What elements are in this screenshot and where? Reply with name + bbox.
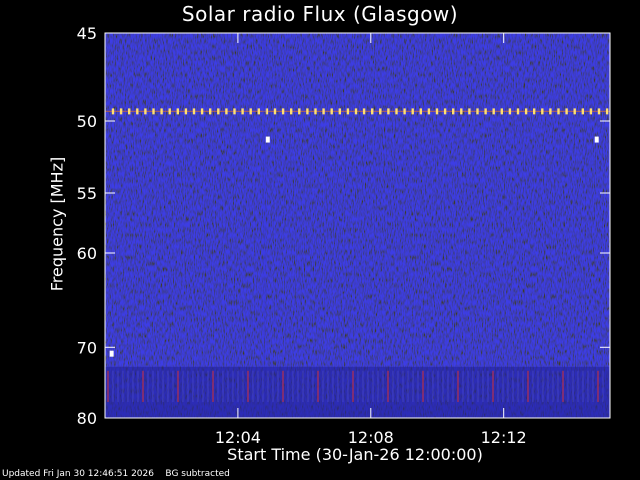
interference-dot <box>111 108 115 115</box>
interference-dot <box>541 108 544 115</box>
bright-spot <box>265 136 270 143</box>
interference-dot <box>176 108 179 115</box>
interference-dot <box>184 108 188 115</box>
interference-dot <box>128 108 131 115</box>
interference-dot <box>330 108 333 115</box>
y-tick-label-60: 60 <box>77 244 97 263</box>
interference-dot <box>605 108 609 115</box>
interference-dot <box>589 108 593 115</box>
interference-dot <box>346 108 350 115</box>
interference-dot <box>322 108 325 115</box>
y-tick-label-70: 70 <box>77 338 97 357</box>
interference-dot <box>549 108 552 115</box>
interference-dot <box>314 108 317 115</box>
spectrogram-chart: 455055607080 12:04 12:08 12:12 <box>77 24 611 447</box>
interference-dot <box>508 108 512 115</box>
y-axis-label: Frequency [MHz] <box>47 156 67 292</box>
interference-dot <box>362 108 366 115</box>
interference-dot <box>144 108 147 115</box>
interference-dot <box>354 108 358 115</box>
interference-dot <box>119 108 123 115</box>
interference-dot <box>565 108 568 115</box>
interference-dot <box>257 108 260 115</box>
interference-dot <box>468 108 471 115</box>
interference-dot <box>419 108 422 115</box>
interference-dot <box>273 108 277 115</box>
y-tick-label-55: 55 <box>77 184 97 203</box>
y-tick-label-80: 80 <box>77 409 97 428</box>
interference-dot <box>403 108 406 115</box>
interference-dot <box>249 108 252 115</box>
interference-dot <box>306 108 309 115</box>
interference-dot <box>411 108 414 115</box>
interference-dot <box>217 108 220 115</box>
interference-dot <box>281 108 285 115</box>
interference-dot <box>460 108 463 115</box>
interference-dot <box>168 108 171 115</box>
interference-dot <box>152 108 155 115</box>
interference-dot <box>290 108 293 115</box>
interference-dot <box>192 108 196 115</box>
interference-dot <box>533 108 536 115</box>
interference-dot <box>476 108 479 115</box>
interference-dot <box>209 108 212 115</box>
x-axis-label: Start Time (30-Jan-26 12:00:00) <box>227 445 483 464</box>
interference-dot <box>443 108 447 115</box>
y-tick-label-50: 50 <box>77 112 97 131</box>
rfi-band <box>105 366 610 418</box>
interference-dot <box>484 108 487 115</box>
interference-dot <box>379 108 382 115</box>
spectrogram-background <box>105 33 610 418</box>
update-status: Updated Fri Jan 30 12:46:51 2026 BG subt… <box>2 469 230 479</box>
interference-dot <box>492 108 495 115</box>
interference-dot <box>395 108 398 115</box>
interference-dot <box>241 108 244 115</box>
interference-dot <box>371 108 374 115</box>
interference-dot <box>557 108 560 115</box>
interference-dot <box>452 108 455 115</box>
interference-dot <box>298 108 301 115</box>
interference-dot <box>435 108 439 115</box>
interference-dot <box>573 108 576 115</box>
interference-dot <box>387 108 390 115</box>
y-tick-label-45: 45 <box>77 24 97 43</box>
interference-dot <box>200 108 204 115</box>
interference-dot <box>597 108 601 115</box>
interference-dot <box>516 108 520 115</box>
rfi-band-fill <box>105 366 610 418</box>
interference-dot <box>225 108 228 115</box>
interference-dot <box>160 108 163 115</box>
bright-spot <box>109 350 114 357</box>
interference-dot <box>233 108 236 115</box>
interference-dot <box>136 108 139 115</box>
bright-spot <box>594 136 599 143</box>
interference-dot <box>338 108 341 115</box>
interference-dot <box>581 108 584 115</box>
broadband-stripe <box>262 33 267 418</box>
interference-dot <box>500 108 503 115</box>
interference-dot <box>427 108 431 115</box>
interference-dot <box>524 108 528 115</box>
